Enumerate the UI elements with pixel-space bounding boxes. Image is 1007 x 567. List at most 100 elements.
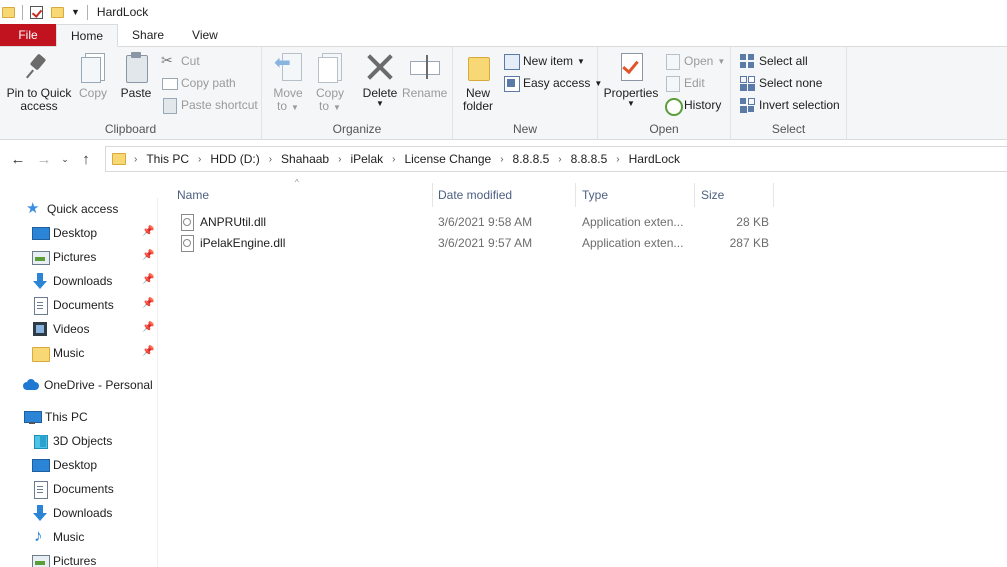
sidebar-item-music[interactable]: Music — [32, 342, 84, 364]
column-header-date-modified[interactable]: Date modified — [430, 183, 576, 207]
sidebar-item-pc-downloads[interactable]: Downloads — [32, 502, 112, 524]
select-all-button[interactable]: Select all — [739, 51, 808, 71]
breadcrumb-chevron-icon[interactable]: › — [616, 154, 619, 165]
breadcrumb-license-change[interactable]: License Change — [404, 152, 491, 166]
move-to-button[interactable]: Move to▼ — [270, 51, 306, 114]
select-group: Select all Select none Invert selection … — [731, 47, 847, 140]
sidebar-item-pc-desktop[interactable]: Desktop — [32, 454, 97, 476]
pin-icon[interactable]: 📌 — [142, 346, 154, 357]
copy-to-button[interactable]: Copy to ▼ — [312, 51, 348, 114]
paste-shortcut-button[interactable]: Paste shortcut — [161, 95, 258, 115]
tab-file[interactable]: File — [0, 24, 56, 46]
cut-label: Cut — [181, 54, 200, 68]
pin-icon[interactable]: 📌 — [142, 298, 154, 309]
select-none-button[interactable]: Select none — [739, 73, 822, 93]
easy-access-button[interactable]: Easy access ▼ — [503, 73, 602, 93]
copy-to-line1: Copy — [315, 86, 344, 100]
new-item-button[interactable]: New item ▼ — [503, 51, 585, 71]
breadcrumb-chevron-icon[interactable]: › — [198, 154, 201, 165]
cut-button[interactable]: Cut — [161, 51, 200, 71]
file-date: 3/6/2021 9:58 AM — [438, 214, 533, 229]
new-folder-button[interactable]: New folder — [459, 51, 497, 113]
column-header-size[interactable]: Size — [693, 183, 774, 207]
paste-button[interactable]: Paste — [118, 51, 154, 100]
breadcrumb-version-2[interactable]: 8.8.8.5 — [571, 152, 608, 166]
pin-icon[interactable]: 📌 — [142, 322, 154, 333]
customize-quick-access-icon[interactable]: ▼ — [71, 7, 80, 17]
rename-icon — [408, 51, 440, 83]
pin-to-quick-access-button[interactable]: Pin to Quick access — [4, 51, 74, 113]
properties-button[interactable]: Properties ▼ — [602, 51, 660, 108]
breadcrumb-this-pc[interactable]: This PC — [146, 152, 189, 166]
pin-icon[interactable]: 📌 — [142, 250, 154, 261]
delete-label: Delete — [362, 86, 398, 100]
address-bar[interactable]: › This PC › HDD (D:) › Shahaab › iPelak … — [105, 146, 1007, 172]
desktop-icon — [32, 457, 50, 473]
organize-group: Move to▼ Copy to▼ Delete ▼ Rename Organi… — [262, 47, 453, 140]
open-label: Open — [684, 54, 714, 68]
sidebar-item-label: Downloads — [53, 274, 113, 288]
sidebar-item-videos[interactable]: Videos — [32, 318, 89, 340]
properties-label: Properties — [603, 86, 659, 100]
forward-arrow-icon[interactable]: → — [34, 151, 54, 168]
breadcrumb-chevron-icon[interactable]: › — [269, 154, 272, 165]
copy-to-icon — [314, 51, 346, 83]
sidebar-item-quick-access[interactable]: Quick access — [26, 198, 118, 220]
delete-button[interactable]: Delete ▼ — [360, 51, 400, 108]
new-folder-icon — [462, 51, 494, 83]
pin-icon[interactable]: 📌 — [142, 226, 154, 237]
sidebar-item-onedrive[interactable]: OneDrive - Personal — [23, 374, 153, 396]
sidebar-item-desktop[interactable]: Desktop — [32, 222, 97, 244]
rename-label: Rename — [402, 86, 448, 100]
move-to-line2: to — [277, 99, 288, 113]
sidebar-item-this-pc[interactable]: This PC — [24, 406, 88, 428]
breadcrumb-chevron-icon[interactable]: › — [134, 154, 137, 165]
chevron-down-icon: ▼ — [627, 99, 635, 108]
tab-home[interactable]: Home — [56, 24, 119, 47]
copy-path-button[interactable]: Copy path — [161, 73, 236, 93]
breadcrumb-chevron-icon[interactable]: › — [338, 154, 341, 165]
videos-icon — [32, 321, 48, 337]
breadcrumb-hdd[interactable]: HDD (D:) — [210, 152, 259, 166]
column-header-type[interactable]: Type — [574, 183, 695, 207]
sidebar-item-pc-documents[interactable]: Documents — [32, 478, 114, 500]
sidebar-item-downloads[interactable]: Downloads — [32, 270, 112, 292]
select-none-icon — [739, 75, 755, 91]
recent-locations-chevron-icon[interactable]: ⌄ — [58, 154, 72, 165]
copy-to-line2: to — [319, 99, 330, 113]
open-button[interactable]: Open ▼ — [664, 51, 725, 71]
sidebar-item-label: Pictures — [53, 250, 97, 264]
breadcrumb-version-1[interactable]: 8.8.8.5 — [513, 152, 550, 166]
sidebar-item-pictures[interactable]: Pictures — [32, 246, 96, 268]
rename-button[interactable]: Rename — [402, 51, 448, 100]
pin-icon[interactable]: 📌 — [142, 274, 154, 285]
invert-selection-button[interactable]: Invert selection — [739, 95, 840, 115]
breadcrumb-chevron-icon[interactable]: › — [500, 154, 503, 165]
file-row[interactable]: ANPRUtil.dll 3/6/2021 9:58 AM Applicatio… — [172, 211, 792, 232]
sidebar-item-documents[interactable]: Documents — [32, 294, 114, 316]
tab-share[interactable]: Share — [118, 24, 178, 46]
copy-button[interactable]: Copy — [76, 51, 110, 100]
tab-view[interactable]: View — [178, 24, 232, 46]
documents-icon — [32, 297, 48, 315]
copy-label: Copy — [78, 86, 107, 100]
breadcrumb-hardlock[interactable]: HardLock — [629, 152, 680, 166]
breadcrumb-chevron-icon[interactable]: › — [558, 154, 561, 165]
breadcrumb-ipelak[interactable]: iPelak — [350, 152, 383, 166]
properties-quick-icon[interactable] — [30, 5, 43, 19]
copy-icon — [77, 51, 109, 83]
column-header-name[interactable]: Name — [169, 183, 433, 207]
sidebar-item-pc-pictures[interactable]: Pictures — [32, 550, 96, 567]
sidebar-item-pc-music[interactable]: Music — [32, 526, 84, 548]
new-folder-quick-icon[interactable] — [51, 6, 64, 18]
file-row[interactable]: iPelakEngine.dll 3/6/2021 9:57 AM Applic… — [172, 232, 792, 253]
edit-button[interactable]: Edit — [664, 73, 705, 93]
sidebar-item-label: Music — [53, 346, 85, 360]
breadcrumb-shahaab[interactable]: Shahaab — [281, 152, 329, 166]
history-button[interactable]: History — [664, 95, 721, 116]
star-icon — [26, 199, 42, 217]
up-arrow-icon[interactable]: ↑ — [76, 151, 96, 168]
breadcrumb-chevron-icon[interactable]: › — [392, 154, 395, 165]
sidebar-item-3d-objects[interactable]: 3D Objects — [32, 430, 112, 452]
back-arrow-icon[interactable]: ← — [8, 151, 28, 168]
